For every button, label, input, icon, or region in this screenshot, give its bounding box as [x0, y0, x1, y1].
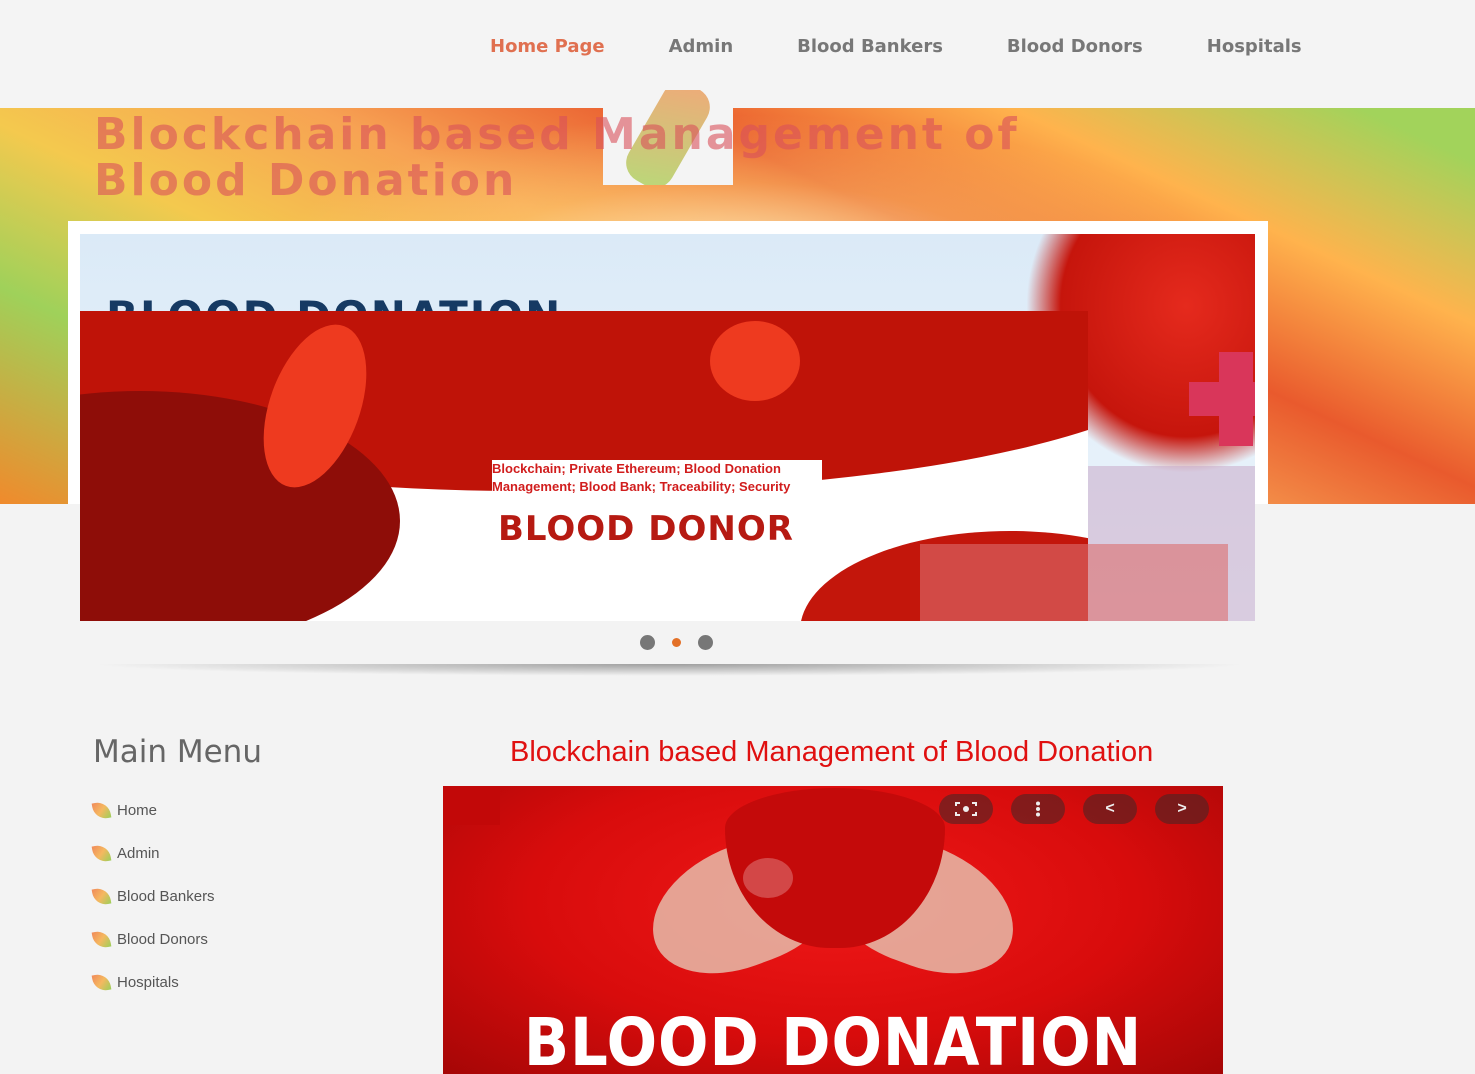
- sidebar-link-blood-donors[interactable]: Blood Donors: [117, 929, 208, 951]
- content-title: Blockchain based Management of Blood Don…: [510, 736, 1154, 768]
- sidebar-menu: Home Admin Blood Bankers Blood Donors Ho…: [91, 800, 215, 1015]
- nav-home-page[interactable]: Home Page: [490, 36, 605, 57]
- sidebar-title: Main Menu: [93, 734, 262, 770]
- more-vertical-icon[interactable]: [1011, 794, 1065, 824]
- sidebar-item-hospitals: Hospitals: [91, 972, 215, 1015]
- divider-shadow: [90, 664, 1250, 676]
- sidebar-link-home[interactable]: Home: [117, 800, 157, 822]
- sidebar-link-hospitals[interactable]: Hospitals: [117, 972, 179, 994]
- drop-highlight: [743, 858, 793, 898]
- poster-corner: [443, 786, 500, 825]
- sidebar-item-admin: Admin: [91, 843, 215, 886]
- leaf-bullet-icon: [91, 800, 112, 821]
- leaf-bullet-icon: [91, 886, 112, 907]
- sidebar-link-admin[interactable]: Admin: [117, 843, 160, 865]
- nav-hospitals[interactable]: Hospitals: [1207, 36, 1302, 57]
- image-slider[interactable]: BLOOD DONATION Blockchain; Private Ether…: [80, 234, 1255, 621]
- main-nav: Home Page Admin Blood Bankers Blood Dono…: [490, 36, 1366, 57]
- nav-admin[interactable]: Admin: [669, 36, 734, 57]
- image-controls: < >: [939, 794, 1209, 824]
- slider-dot-3[interactable]: [698, 635, 713, 650]
- nav-blood-bankers[interactable]: Blood Bankers: [797, 36, 943, 57]
- nav-blood-donors[interactable]: Blood Donors: [1007, 36, 1143, 57]
- sidebar-link-blood-bankers[interactable]: Blood Bankers: [117, 886, 215, 908]
- leaf-bullet-icon: [91, 843, 112, 864]
- slide-wave: [710, 321, 800, 401]
- slider-pagination: [640, 635, 713, 650]
- sidebar-item-blood-bankers: Blood Bankers: [91, 886, 215, 929]
- slide-keywords: Blockchain; Private Ethereum; Blood Dona…: [492, 460, 822, 496]
- sidebar-item-home: Home: [91, 800, 215, 843]
- sidebar-item-blood-donors: Blood Donors: [91, 929, 215, 972]
- leaf-bullet-icon: [91, 929, 112, 950]
- chevron-right-icon[interactable]: >: [1155, 794, 1209, 824]
- slide-overlay: [920, 544, 1228, 621]
- poster-text: BLOOD DONATION: [523, 1004, 1143, 1074]
- slider-dot-2[interactable]: [672, 638, 681, 647]
- slider-dot-1[interactable]: [640, 635, 655, 650]
- lens-scan-icon[interactable]: [939, 794, 993, 824]
- site-title: Blockchain based Management of Blood Don…: [94, 109, 1020, 206]
- top-navbar: Home Page Admin Blood Bankers Blood Dono…: [0, 0, 1475, 108]
- medical-cross-bar: [1189, 382, 1255, 416]
- chevron-left-icon[interactable]: <: [1083, 794, 1137, 824]
- leaf-bullet-icon: [91, 972, 112, 993]
- blood-donation-poster: BLOOD DONATION < >: [443, 786, 1223, 1074]
- slide-heading: BLOOD DONOR: [498, 509, 794, 549]
